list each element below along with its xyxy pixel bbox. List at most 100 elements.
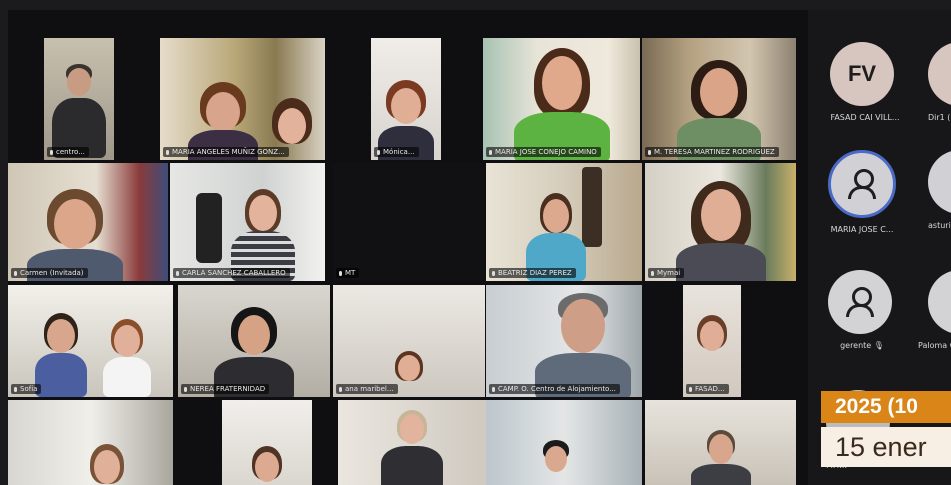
participant-tile[interactable]: Sofía: [8, 285, 173, 397]
participant-name: Sofía: [11, 384, 42, 394]
participant-name-text: BEATRIZ DIAZ PEREZ: [498, 269, 572, 277]
participant-tile[interactable]: ana maribel...: [333, 285, 485, 397]
mic-icon: [14, 270, 17, 276]
attendee-item[interactable]: asturi...: [928, 150, 951, 230]
participant-tile[interactable]: MARIA JOSE CONEJO CAMINO: [483, 38, 640, 160]
mic-off-icon: 🎙: [873, 341, 884, 350]
participant-tile[interactable]: Mymai: [645, 163, 796, 281]
participant-tile[interactable]: FASAD...: [683, 285, 741, 397]
participant-name-text: MARIA ANGELES MUÑIZ GONZ...: [172, 148, 285, 156]
participant-tile[interactable]: [645, 400, 796, 485]
participant-name-text: Mymai: [657, 269, 681, 277]
participant-name-text: Mónica...: [383, 148, 415, 156]
participant-name-text: Sofía: [20, 385, 38, 393]
participant-name-text: Carmen (Invitada): [20, 269, 84, 277]
person-head: [205, 92, 240, 132]
mic-icon: [689, 386, 692, 392]
person-body: [690, 464, 751, 485]
mic-icon: [339, 270, 342, 276]
attendee-label: Paloma C...: [918, 341, 951, 350]
attendee-item[interactable]: Paloma C...: [918, 270, 951, 350]
avatar: [928, 150, 951, 214]
person-head: [255, 452, 279, 482]
person-head: [700, 68, 738, 116]
participant-name: ana maribel...: [336, 384, 398, 394]
person-head: [46, 319, 75, 353]
person-head: [278, 108, 306, 144]
person-head: [708, 434, 733, 464]
person-head: [391, 88, 421, 124]
participant-name: MARIA JOSE CONEJO CAMINO: [486, 147, 601, 157]
participant-name-text: NEREA FRATERNIDAD: [190, 385, 266, 393]
participant-tile[interactable]: CARLA SANCHEZ CABALLERO: [170, 163, 325, 281]
participant-tile[interactable]: Mónica...: [371, 38, 441, 160]
participant-tile[interactable]: centro...: [44, 38, 114, 160]
attendee-item[interactable]: gerente 🎙: [824, 270, 900, 350]
person-head: [113, 325, 140, 357]
person-head: [94, 450, 120, 484]
attendee-item[interactable]: Dir1 (I...: [928, 42, 951, 122]
person-head: [400, 414, 424, 444]
attendee-label: Dir1 (I...: [928, 113, 951, 122]
mic-icon: [184, 386, 187, 392]
attendee-label: MARIA JOSE C...: [830, 225, 894, 234]
attendee-label: FASAD CAI VILL...: [830, 113, 900, 122]
avatar: FV: [830, 42, 894, 106]
participant-tile[interactable]: MT: [333, 163, 483, 281]
mic-icon: [166, 149, 169, 155]
attendee-item[interactable]: FV FASAD CAI VILL...: [830, 42, 900, 122]
attendee-label-row: gerente 🎙: [824, 341, 900, 350]
participant-tile[interactable]: [8, 400, 173, 485]
person-head: [249, 195, 277, 231]
mic-icon: [489, 149, 492, 155]
participant-name: M. TERESA MARTINEZ RODRIGUEZ: [645, 147, 779, 157]
mic-icon: [176, 270, 179, 276]
attendee-label: asturi...: [928, 221, 951, 230]
mic-icon: [651, 270, 654, 276]
avatar: [828, 150, 896, 218]
participant-name-text: centro...: [56, 148, 85, 156]
participant-name: FASAD...: [686, 384, 729, 394]
participant-name: CAMP. O. Centro de Alojamiento...: [489, 384, 620, 394]
participant-tile[interactable]: [338, 400, 486, 485]
avatar: [828, 270, 892, 334]
participant-tile[interactable]: BEATRIZ DIAZ PEREZ: [486, 163, 642, 281]
participant-name-text: CAMP. O. Centro de Alojamiento...: [498, 385, 616, 393]
mic-icon: [648, 149, 651, 155]
person-head: [398, 355, 420, 381]
person-head: [700, 189, 741, 241]
person-head: [238, 315, 270, 355]
participant-name: Mónica...: [374, 147, 419, 157]
participant-tile[interactable]: Carmen (Invitada): [8, 163, 168, 281]
participant-name: centro...: [47, 147, 89, 157]
person-head: [560, 299, 605, 353]
video-call-screen: centro... MARIA ANGELES MUÑIZ GONZ... Mó…: [8, 10, 951, 485]
participant-tile[interactable]: NEREA FRATERNIDAD: [178, 285, 330, 397]
participant-tile[interactable]: CAMP. O. Centro de Alojamiento...: [486, 285, 642, 397]
participant-grid: centro... MARIA ANGELES MUÑIZ GONZ... Mó…: [8, 10, 808, 485]
participant-name-text: FASAD...: [695, 385, 725, 393]
participant-tile[interactable]: M. TERESA MARTINEZ RODRIGUEZ: [642, 38, 796, 160]
participant-name: NEREA FRATERNIDAD: [181, 384, 270, 394]
person-head: [67, 68, 91, 96]
participant-name: Carmen (Invitada): [11, 268, 88, 278]
mic-icon: [339, 386, 342, 392]
participant-name: MARIA ANGELES MUÑIZ GONZ...: [163, 147, 289, 157]
participant-tile[interactable]: [486, 400, 642, 485]
attendee-item[interactable]: MARIA JOSE C...: [822, 150, 902, 234]
person-body: [34, 353, 87, 397]
avatar: [928, 42, 951, 106]
participant-name-text: MT: [345, 269, 356, 277]
participant-name-text: CARLA SANCHEZ CABALLERO: [182, 269, 286, 277]
participant-tile[interactable]: MARIA ANGELES MUÑIZ GONZ...: [160, 38, 325, 160]
person-head: [545, 446, 568, 472]
participant-name: CARLA SANCHEZ CABALLERO: [173, 268, 290, 278]
participant-name-text: ana maribel...: [345, 385, 394, 393]
mic-icon: [492, 270, 495, 276]
caption-date: 15 ener: [821, 427, 951, 467]
mic-icon: [377, 149, 380, 155]
mic-icon: [50, 149, 53, 155]
participant-tile[interactable]: [222, 400, 312, 485]
person-head: [541, 56, 582, 110]
person-head: [54, 199, 97, 249]
